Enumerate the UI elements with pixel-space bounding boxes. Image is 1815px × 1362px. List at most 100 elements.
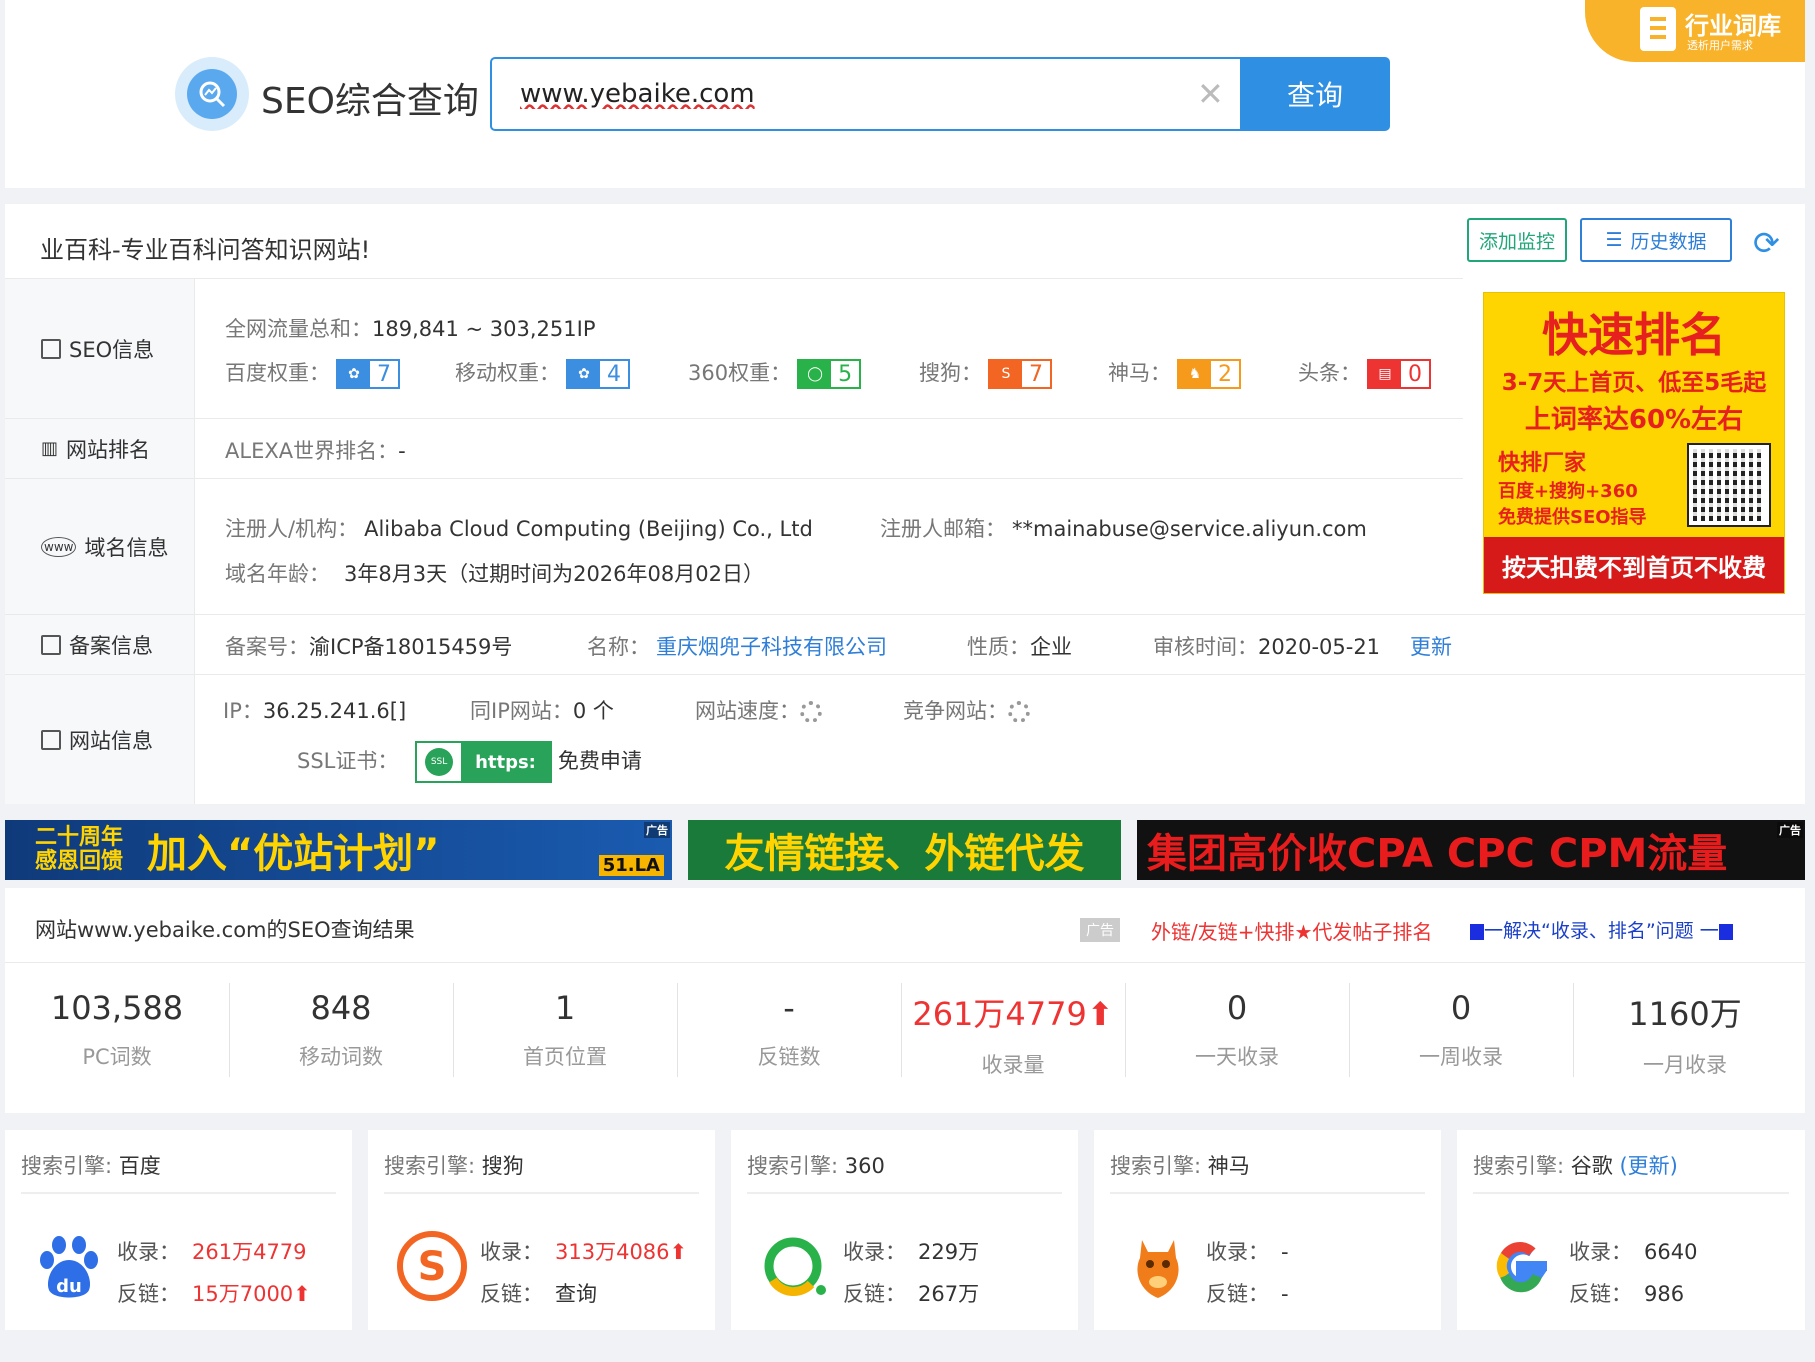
- backlink-ad-link[interactable]: 外链/友链+快排★代发帖子排名: [1151, 916, 1432, 945]
- corner-subtitle: 透析用户需求: [1687, 39, 1753, 52]
- shenma-indexed[interactable]: 收录： -: [1206, 1236, 1289, 1266]
- document-icon: [1640, 7, 1676, 51]
- stats-row: 103,588 PC词数 848 移动词数 1 首页位置 - 反链数 261万4779⬆…: [5, 962, 1805, 1113]
- search-input[interactable]: [520, 73, 1160, 115]
- ssl-apply-link[interactable]: 免费申请: [558, 749, 642, 773]
- alexa-rank: ALEXA世界排名：-: [225, 439, 406, 463]
- document-icon: [41, 338, 61, 359]
- stat-week-indexed[interactable]: 0 一周收录: [1349, 983, 1573, 1083]
- list-icon: [41, 729, 61, 750]
- 360-indexed[interactable]: 收录： 229万: [843, 1236, 979, 1266]
- sogou-indexed[interactable]: 收录： 313万4086⬆: [480, 1236, 687, 1266]
- square-icon: [1718, 923, 1733, 940]
- ssl-badge[interactable]: SSL https:: [415, 741, 552, 783]
- shenma-backlinks[interactable]: 反链： -: [1206, 1278, 1289, 1308]
- history-data-button[interactable]: ☰ 历史数据: [1580, 218, 1732, 262]
- sogou-backlinks[interactable]: 反链： 查询: [480, 1278, 597, 1308]
- banner-51la[interactable]: 二十周年 感恩回馈 加入“优站计划” 51.LA 广告: [5, 820, 672, 880]
- fast-ranking-ad[interactable]: 快速排名 3-7天上首页、低至5毛起 上词率达60%左右 快排厂家 百度+搜狗+…: [1483, 292, 1785, 594]
- registrant: 注册人/机构： Alibaba Cloud Computing (Beijing)…: [225, 517, 813, 541]
- industry-lexicon-link[interactable]: 行业词库 透析用户需求: [1585, 0, 1805, 62]
- google-logo-icon: [1496, 1242, 1547, 1293]
- same-ip-sites[interactable]: 同IP网站：0 个: [470, 695, 614, 725]
- loading-spinner-icon: [1008, 701, 1030, 723]
- rank-label: ▥ 网站排名: [5, 419, 195, 478]
- 360-logo-icon: [764, 1237, 826, 1297]
- domain-row: www 域名信息 注册人/机构： Alibaba Cloud Computing (…: [5, 478, 1463, 614]
- loading-spinner-icon: [800, 701, 822, 723]
- baidu-logo-icon: du: [40, 1236, 98, 1298]
- google-backlinks[interactable]: 反链： 986: [1569, 1278, 1684, 1308]
- stat-pc-words[interactable]: 103,588 PC词数: [5, 983, 229, 1083]
- banner-51la-text: 加入“优站计划”: [147, 831, 440, 877]
- add-monitor-button[interactable]: 添加监控: [1467, 218, 1567, 262]
- clear-icon[interactable]: ✕: [1197, 73, 1224, 115]
- icp-type: 性质：企业: [967, 635, 1072, 659]
- registrant-email: 注册人邮箱： **mainabuse@service.aliyun.com: [880, 517, 1367, 541]
- logo-title: SEO综合查询: [261, 81, 479, 122]
- svg-text:S: S: [418, 1244, 447, 1290]
- refresh-icon[interactable]: ⟳: [1753, 224, 1780, 262]
- weight-toutiao[interactable]: 头条： ▤ 0: [1298, 357, 1431, 389]
- record-icon: [41, 634, 61, 655]
- competitor-sites: 竞争网站：: [903, 695, 1030, 725]
- stat-backlinks[interactable]: - 反链数: [677, 983, 901, 1083]
- icp-update-link[interactable]: 更新: [1410, 631, 1452, 661]
- icp-company-link[interactable]: 重庆烟兜子科技有限公司: [656, 635, 887, 659]
- shenma-icon: ♞: [1179, 361, 1211, 387]
- banner-traffic[interactable]: 集团高价收CPA CPC CPM流量 广告: [1137, 820, 1805, 880]
- banner-friend-links[interactable]: 友情链接、外链代发: [688, 820, 1121, 880]
- header: SEO综合查询 ✕ 查询 行业词库 透析用户需求: [5, 0, 1805, 188]
- engine-card-google: 搜索引擎: 谷歌 (更新) 收录： 6640 反链： 986: [1457, 1130, 1805, 1330]
- shenma-logo-icon: [1137, 1240, 1179, 1298]
- results-title: 网站www.yebaike.com的SEO查询结果: [35, 918, 415, 942]
- site-title: 业百科-专业百科问答知识网站!: [40, 236, 371, 264]
- stat-mobile-words[interactable]: 848 移动词数: [229, 983, 453, 1083]
- stat-month-indexed[interactable]: 1160万 一月收录: [1573, 983, 1797, 1083]
- traffic-total: 全网流量总和：189,841 ~ 303,251IP: [225, 317, 596, 341]
- domain-label: www 域名信息: [5, 479, 195, 614]
- stat-home-position[interactable]: 1 首页位置: [453, 983, 677, 1083]
- site-info-panel: 业百科-专业百科问答知识网站! 添加监控 ☰ 历史数据 ⟳ SEO信息 全网流量总…: [5, 204, 1805, 804]
- engine-card-sogou: 搜索引擎: 搜狗 S 收录： 313万4086⬆ 反链： 查询: [368, 1130, 715, 1330]
- ssl-info: SSL证书： SSL https: 免费申请: [297, 741, 642, 783]
- weight-sogou[interactable]: 搜狗： S 7: [919, 357, 1052, 389]
- engine-card-360: 搜索引擎: 360 收录： 229万 反链： 267万: [731, 1130, 1078, 1330]
- icp-review-time: 审核时间：2020-05-21: [1153, 635, 1381, 659]
- 360-ring-icon: ◯: [799, 361, 832, 387]
- sogou-logo-icon: S: [397, 1231, 467, 1301]
- weight-baidu[interactable]: 百度权重： ✿ 7: [225, 357, 400, 389]
- weight-mobile[interactable]: 移动权重： ✿ 4: [455, 357, 630, 389]
- baidu-paw-icon: ✿: [568, 361, 600, 387]
- 360-backlinks[interactable]: 反链： 267万: [843, 1278, 979, 1308]
- ssl-shield-icon: SSL: [425, 748, 454, 776]
- ad-tag: 广告: [1080, 918, 1120, 942]
- www-icon: www: [41, 536, 77, 557]
- search-button[interactable]: 查询: [1240, 57, 1390, 131]
- weight-360[interactable]: 360权重： ◯ 5: [688, 357, 862, 389]
- web-info-label: 网站信息: [5, 675, 195, 804]
- sogou-icon: S: [990, 361, 1022, 387]
- ad-tag: 广告: [1777, 822, 1803, 838]
- indexing-ad-link[interactable]: 一解决“收录、排名”问题 一: [1470, 916, 1733, 943]
- seo-info-row: SEO信息 全网流量总和：189,841 ~ 303,251IP 百度权重： ✿ 7…: [5, 278, 1463, 418]
- seo-results-panel: 网站www.yebaike.com的SEO查询结果 广告 外链/友链+快排★代发…: [5, 888, 1805, 1113]
- engine-card-baidu: 搜索引擎: 百度 du 收录： 261万4779 反链： 15万7000⬆: [5, 1130, 352, 1330]
- 51la-logo: 51.LA: [598, 855, 664, 876]
- google-indexed[interactable]: 收录： 6640: [1569, 1236, 1697, 1266]
- seo-logo-icon: [175, 57, 249, 131]
- stat-indexed[interactable]: 261万4779⬆ 收录量: [901, 983, 1125, 1083]
- banner-traffic-text: 集团高价收CPA CPC CPM流量: [1147, 831, 1728, 877]
- site-speed: 网站速度：: [695, 695, 822, 725]
- stat-day-indexed[interactable]: 0 一天收录: [1125, 983, 1349, 1083]
- weight-shenma[interactable]: 神马： ♞ 2: [1108, 357, 1241, 389]
- svg-text:du: du: [56, 1276, 82, 1297]
- baidu-indexed[interactable]: 收录： 261万4779: [117, 1236, 307, 1266]
- baidu-backlinks[interactable]: 反链： 15万7000⬆: [117, 1278, 311, 1308]
- banner-friend-links-text: 友情链接、外链代发: [724, 831, 1085, 877]
- seo-info-label: SEO信息: [5, 279, 195, 418]
- icp-number: 备案号：渝ICP备18015459号: [225, 635, 513, 659]
- history-label: 历史数据: [1630, 230, 1707, 253]
- web-info-row: 网站信息 IP：36.25.241.6[] 同IP网站：0 个 网站速度： 竞争…: [5, 674, 1805, 804]
- google-update-link[interactable]: (更新): [1619, 1154, 1677, 1178]
